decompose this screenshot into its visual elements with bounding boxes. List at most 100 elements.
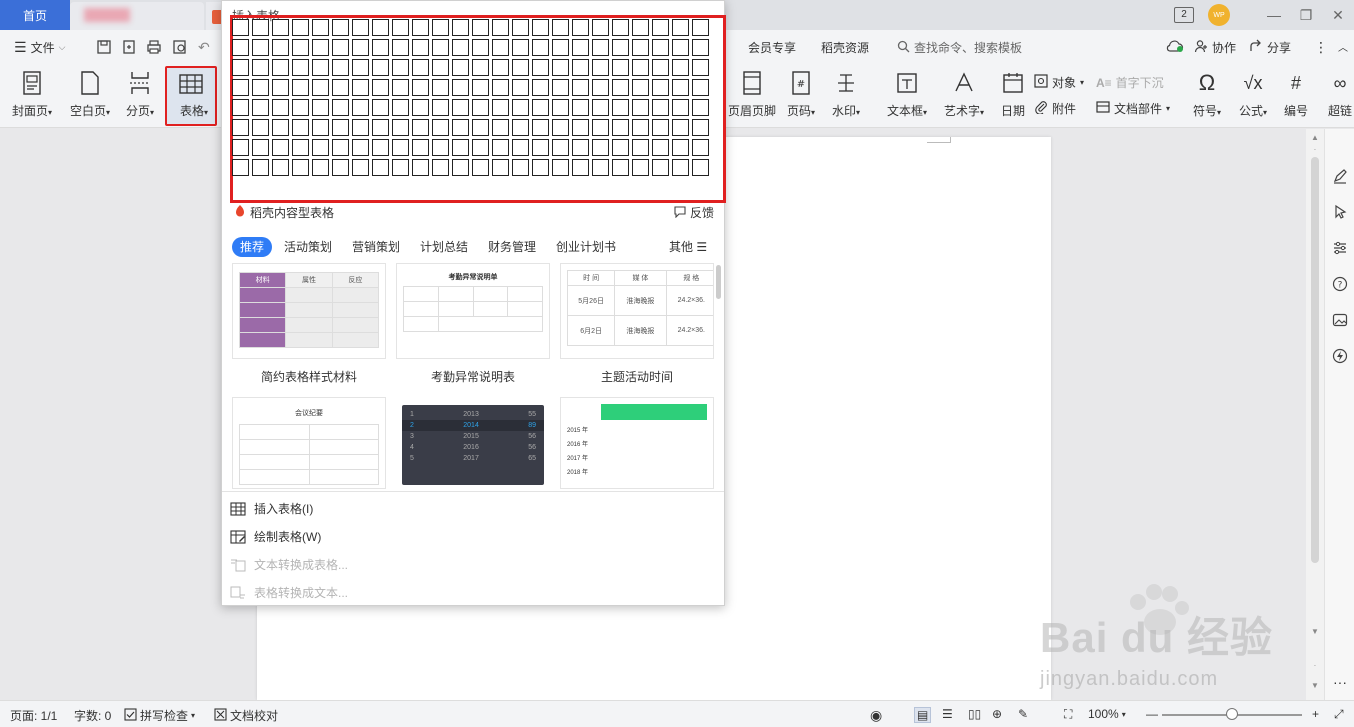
- table-size-cell[interactable]: [492, 59, 509, 76]
- table-size-cell[interactable]: [632, 99, 649, 116]
- table-size-cell[interactable]: [512, 39, 529, 56]
- table-size-cell[interactable]: [692, 39, 709, 56]
- table-size-cell[interactable]: [672, 39, 689, 56]
- table-size-cell[interactable]: [612, 19, 629, 36]
- table-size-cell[interactable]: [652, 99, 669, 116]
- table-size-cell[interactable]: [352, 39, 369, 56]
- table-size-cell[interactable]: [372, 159, 389, 176]
- template-card[interactable]: 会议纪要: [232, 397, 386, 489]
- zoom-slider-knob[interactable]: [1226, 708, 1238, 720]
- sliders-icon[interactable]: [1331, 239, 1349, 257]
- category-business-plan[interactable]: 创业计划书: [556, 237, 616, 257]
- table-size-cell[interactable]: [272, 159, 289, 176]
- table-size-cell[interactable]: [612, 139, 629, 156]
- template-scrollbar-thumb[interactable]: [716, 265, 721, 299]
- template-card[interactable]: 考勤异常说明单 考勤异常说明表: [396, 263, 550, 385]
- table-size-cell[interactable]: [392, 139, 409, 156]
- doc-proof-button[interactable]: 文档校对: [214, 707, 278, 724]
- table-size-cell[interactable]: [692, 19, 709, 36]
- table-size-cell[interactable]: [472, 59, 489, 76]
- table-size-cell[interactable]: [272, 39, 289, 56]
- web-view-icon[interactable]: ⊕: [992, 707, 1002, 721]
- wordart-button[interactable]: 艺术字▾: [944, 70, 984, 119]
- table-size-cell[interactable]: [572, 59, 589, 76]
- table-size-cell[interactable]: [692, 119, 709, 136]
- table-size-cell[interactable]: [272, 59, 289, 76]
- table-size-cell[interactable]: [552, 159, 569, 176]
- table-size-cell[interactable]: [292, 99, 309, 116]
- table-size-cell[interactable]: [552, 19, 569, 36]
- fit-page-icon[interactable]: ⛶: [1064, 707, 1072, 722]
- table-size-cell[interactable]: [572, 79, 589, 96]
- template-card[interactable]: 材料 属性 反应 简约表格样式材料: [232, 263, 386, 385]
- template-card[interactable]: 1 2013 55 2 2014 89 3 2015 56 4 2016 56 5 2017 65: [396, 397, 550, 489]
- table-size-cell[interactable]: [572, 19, 589, 36]
- table-size-cell[interactable]: [692, 59, 709, 76]
- table-size-cell[interactable]: [372, 119, 389, 136]
- table-size-cell[interactable]: [632, 39, 649, 56]
- table-size-cell[interactable]: [612, 59, 629, 76]
- table-size-cell[interactable]: [432, 159, 449, 176]
- table-size-cell[interactable]: [552, 79, 569, 96]
- table-size-cell[interactable]: [452, 19, 469, 36]
- table-size-cell[interactable]: [372, 19, 389, 36]
- dropcap-button[interactable]: A≡ 首字下沉: [1096, 74, 1164, 91]
- table-size-cell[interactable]: [252, 79, 269, 96]
- table-size-cell[interactable]: [352, 79, 369, 96]
- category-marketing[interactable]: 营销策划: [352, 237, 400, 257]
- table-size-cell[interactable]: [372, 99, 389, 116]
- table-size-cell[interactable]: [632, 59, 649, 76]
- table-size-cell[interactable]: [292, 159, 309, 176]
- scrollbar-thumb[interactable]: [1311, 157, 1319, 563]
- pen-icon[interactable]: [1331, 167, 1349, 185]
- table-size-cell[interactable]: [632, 119, 649, 136]
- table-size-cell[interactable]: [272, 139, 289, 156]
- category-more[interactable]: 其他 ☰: [669, 237, 707, 257]
- table-size-cell[interactable]: [412, 99, 429, 116]
- page-indicator[interactable]: 页面: 1/1: [10, 707, 57, 724]
- table-size-cell[interactable]: [572, 119, 589, 136]
- cursor-icon[interactable]: [1331, 203, 1349, 221]
- outline-view-icon[interactable]: ☰: [942, 707, 953, 721]
- lightning-icon[interactable]: [1331, 347, 1349, 365]
- table-size-cell[interactable]: [652, 79, 669, 96]
- table-size-cell[interactable]: [452, 99, 469, 116]
- table-size-cell[interactable]: [432, 99, 449, 116]
- table-size-cell[interactable]: [552, 119, 569, 136]
- table-size-cell[interactable]: [252, 99, 269, 116]
- table-size-cell[interactable]: [392, 39, 409, 56]
- annotate-icon[interactable]: ✎: [1018, 707, 1028, 721]
- table-size-cell[interactable]: [352, 119, 369, 136]
- table-size-cell[interactable]: [272, 99, 289, 116]
- table-size-cell[interactable]: [392, 79, 409, 96]
- export-pdf-icon[interactable]: [121, 39, 137, 55]
- prev-page-icon[interactable]: ·: [1310, 661, 1320, 670]
- table-size-cell[interactable]: [612, 159, 629, 176]
- restore-button[interactable]: ❐: [1290, 7, 1322, 24]
- table-size-cell[interactable]: [312, 119, 329, 136]
- table-size-cell[interactable]: [452, 79, 469, 96]
- close-button[interactable]: ✕: [1322, 7, 1354, 24]
- table-size-cell[interactable]: [472, 79, 489, 96]
- table-size-cell[interactable]: [532, 139, 549, 156]
- vertical-scrollbar[interactable]: ▲ · ▼ · ▼: [1306, 129, 1324, 700]
- table-size-cell[interactable]: [332, 19, 349, 36]
- table-size-cell[interactable]: [312, 99, 329, 116]
- table-size-cell[interactable]: [612, 99, 629, 116]
- table-size-cell[interactable]: [332, 39, 349, 56]
- table-size-cell[interactable]: [392, 19, 409, 36]
- table-size-cell[interactable]: [432, 79, 449, 96]
- table-size-cell[interactable]: [372, 79, 389, 96]
- table-size-cell[interactable]: [652, 59, 669, 76]
- collapse-ribbon-icon[interactable]: ︿: [1338, 39, 1348, 54]
- table-size-cell[interactable]: [672, 19, 689, 36]
- table-size-cell[interactable]: [592, 59, 609, 76]
- table-size-cell[interactable]: [472, 19, 489, 36]
- table-size-cell[interactable]: [512, 19, 529, 36]
- table-to-text-menu-item[interactable]: 表格转换成文本...: [230, 584, 348, 601]
- table-size-cell[interactable]: [652, 159, 669, 176]
- table-size-cell[interactable]: [472, 99, 489, 116]
- table-size-cell[interactable]: [532, 19, 549, 36]
- table-size-cell[interactable]: [412, 19, 429, 36]
- table-size-cell[interactable]: [592, 119, 609, 136]
